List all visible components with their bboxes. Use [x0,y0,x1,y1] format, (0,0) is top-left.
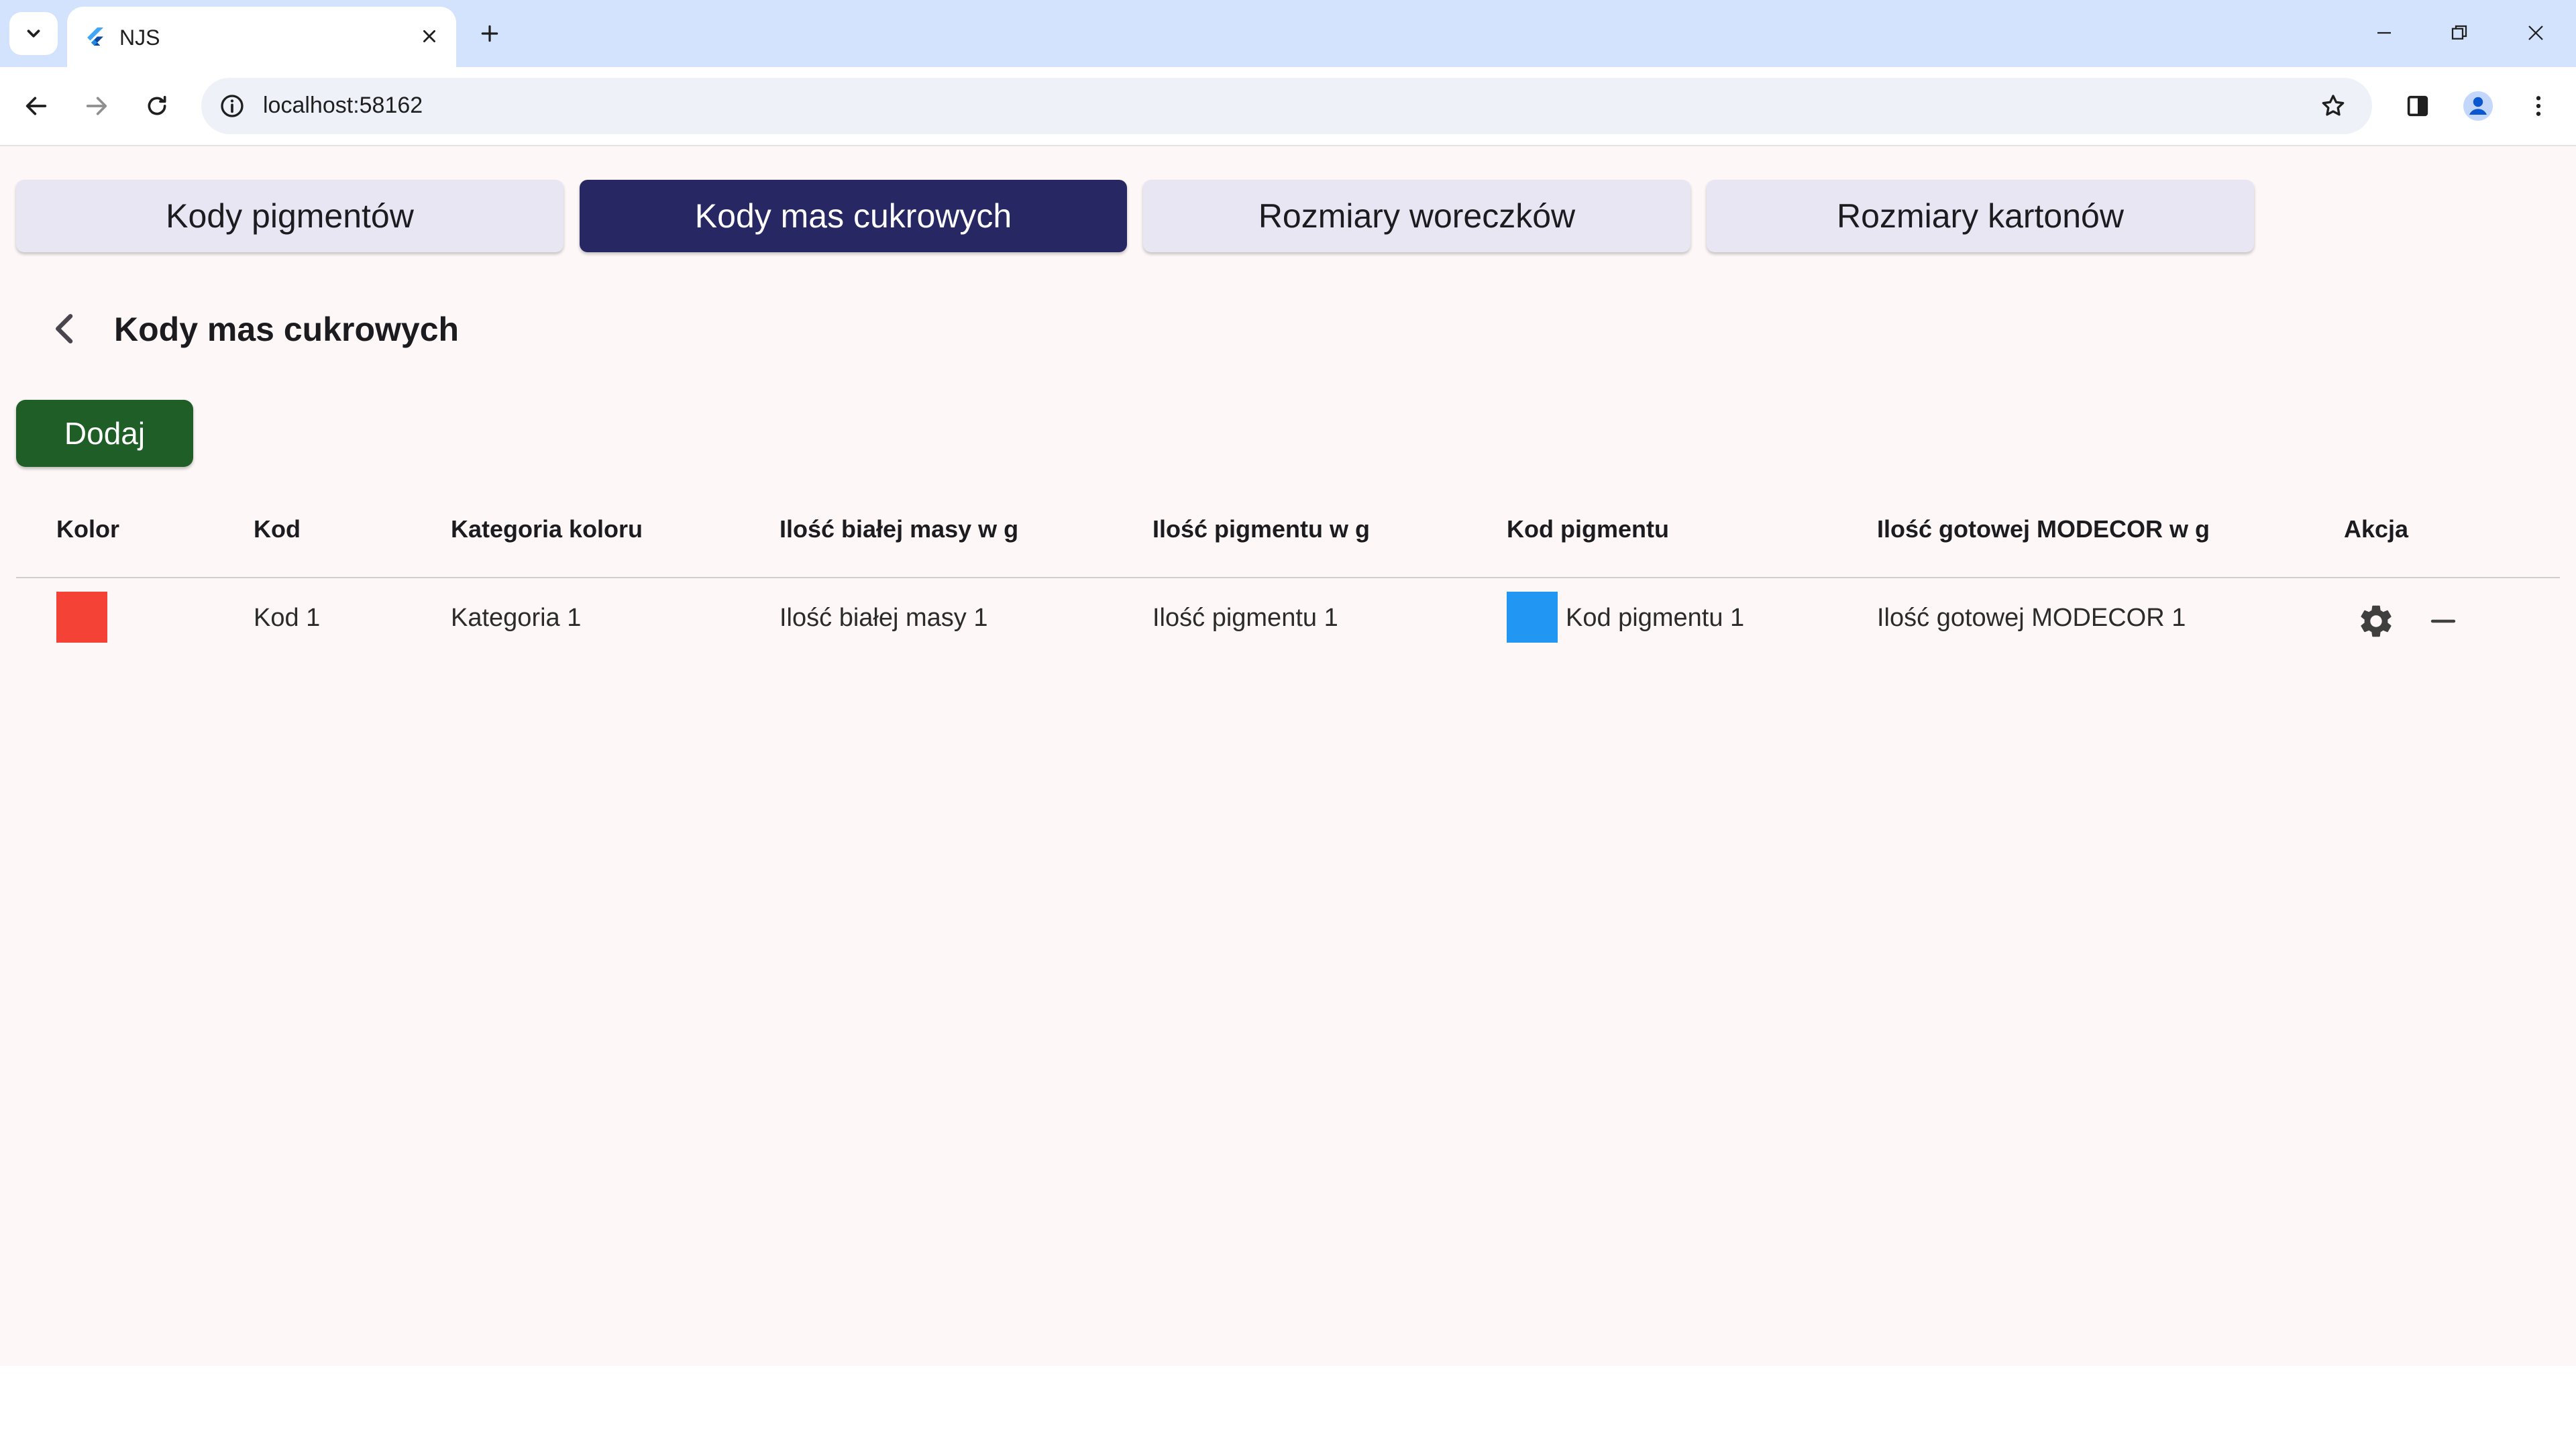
gear-icon [2361,605,2392,637]
nav-rozmiary-kartonow[interactable]: Rozmiary kartonów [1707,180,2254,252]
new-tab-button[interactable] [470,16,510,51]
app-page: Kody pigmentów Kody mas cukrowych Rozmia… [0,146,2576,1366]
browser-tab[interactable]: NJS [67,7,456,67]
add-button[interactable]: Dodaj [16,400,193,467]
reload-button[interactable] [137,86,177,126]
reload-icon [148,95,166,115]
column-header-akcja: Akcja [2344,515,2409,543]
table-divider [16,577,2560,578]
restore-button[interactable] [2432,9,2486,56]
arrow-left-icon [25,97,47,115]
plus-icon [481,25,498,42]
remove-button[interactable] [2418,596,2469,647]
browser-menu-button[interactable] [2518,86,2559,126]
cell-modecor: Ilość gotowej MODECOR 1 [1877,604,2186,632]
cell-pigment: Ilość pigmentu 1 [1152,604,1338,632]
column-header-kategoria: Kategoria koloru [451,515,643,543]
profile-button[interactable] [2458,86,2498,126]
add-button-label: Dodaj [64,416,146,451]
pigment-color-swatch [1507,592,1558,643]
chevron-left-icon [56,314,73,343]
color-swatch [56,592,107,643]
nav-label: Rozmiary woreczków [1258,197,1576,235]
close-icon [2528,25,2543,40]
page-title: Kody mas cukrowych [114,311,460,348]
bookmark-button[interactable] [2314,87,2352,125]
close-window-button[interactable] [2509,9,2563,56]
column-header-kolor: Kolor [56,515,119,543]
tab-title: NJS [119,25,160,50]
cell-kategoria: Kategoria 1 [451,604,582,632]
nav-kody-mas-cukrowych[interactable]: Kody mas cukrowych [580,180,1127,252]
info-icon [221,95,244,117]
close-tab-button[interactable] [416,23,443,50]
minimize-icon [2377,32,2391,34]
browser-titlebar: NJS [0,0,2576,67]
nav-rozmiary-woreczkow[interactable]: Rozmiary woreczków [1143,180,1690,252]
nav-label: Kody pigmentów [166,197,414,235]
column-header-kod: Kod [254,515,301,543]
nav-label: Rozmiary kartonów [1837,197,2124,235]
site-info-button[interactable] [215,89,250,123]
column-header-biala-masa: Ilość białej masy w g [780,515,1019,543]
settings-button[interactable] [2351,596,2402,647]
arrow-right-icon [86,97,107,115]
minimize-button[interactable] [2357,9,2411,56]
chevron-down-icon [27,30,40,38]
cell-kod: Kod 1 [254,604,321,632]
browser-toolbar: localhost:58162 [0,67,2576,146]
address-bar[interactable]: localhost:58162 [201,78,2372,134]
column-header-pigment: Ilość pigmentu w g [1152,515,1371,543]
minus-icon [2430,619,2456,623]
back-nav-button[interactable] [16,86,56,126]
column-header-modecor: Ilość gotowej MODECOR w g [1877,515,2210,543]
forward-nav-button[interactable] [76,86,117,126]
tab-search-button[interactable] [9,12,58,55]
side-panel-button[interactable] [2398,86,2438,126]
cell-biala-masa: Ilość białej masy 1 [780,604,988,632]
flutter-icon [87,28,103,46]
nav-kody-pigmentow[interactable]: Kody pigmentów [16,180,564,252]
profile-icon [2463,91,2493,121]
star-icon [2322,95,2345,116]
column-header-kod-pigmentu: Kod pigmentu [1507,515,1669,543]
kebab-menu-icon [2536,96,2541,116]
close-icon [423,30,435,42]
back-button[interactable] [44,307,87,350]
side-panel-icon [2407,95,2428,117]
cell-kod-pigmentu: Kod pigmentu 1 [1566,604,1745,632]
restore-icon [2451,25,2467,40]
nav-label: Kody mas cukrowych [694,197,1012,235]
url-text: localhost:58162 [263,93,423,118]
